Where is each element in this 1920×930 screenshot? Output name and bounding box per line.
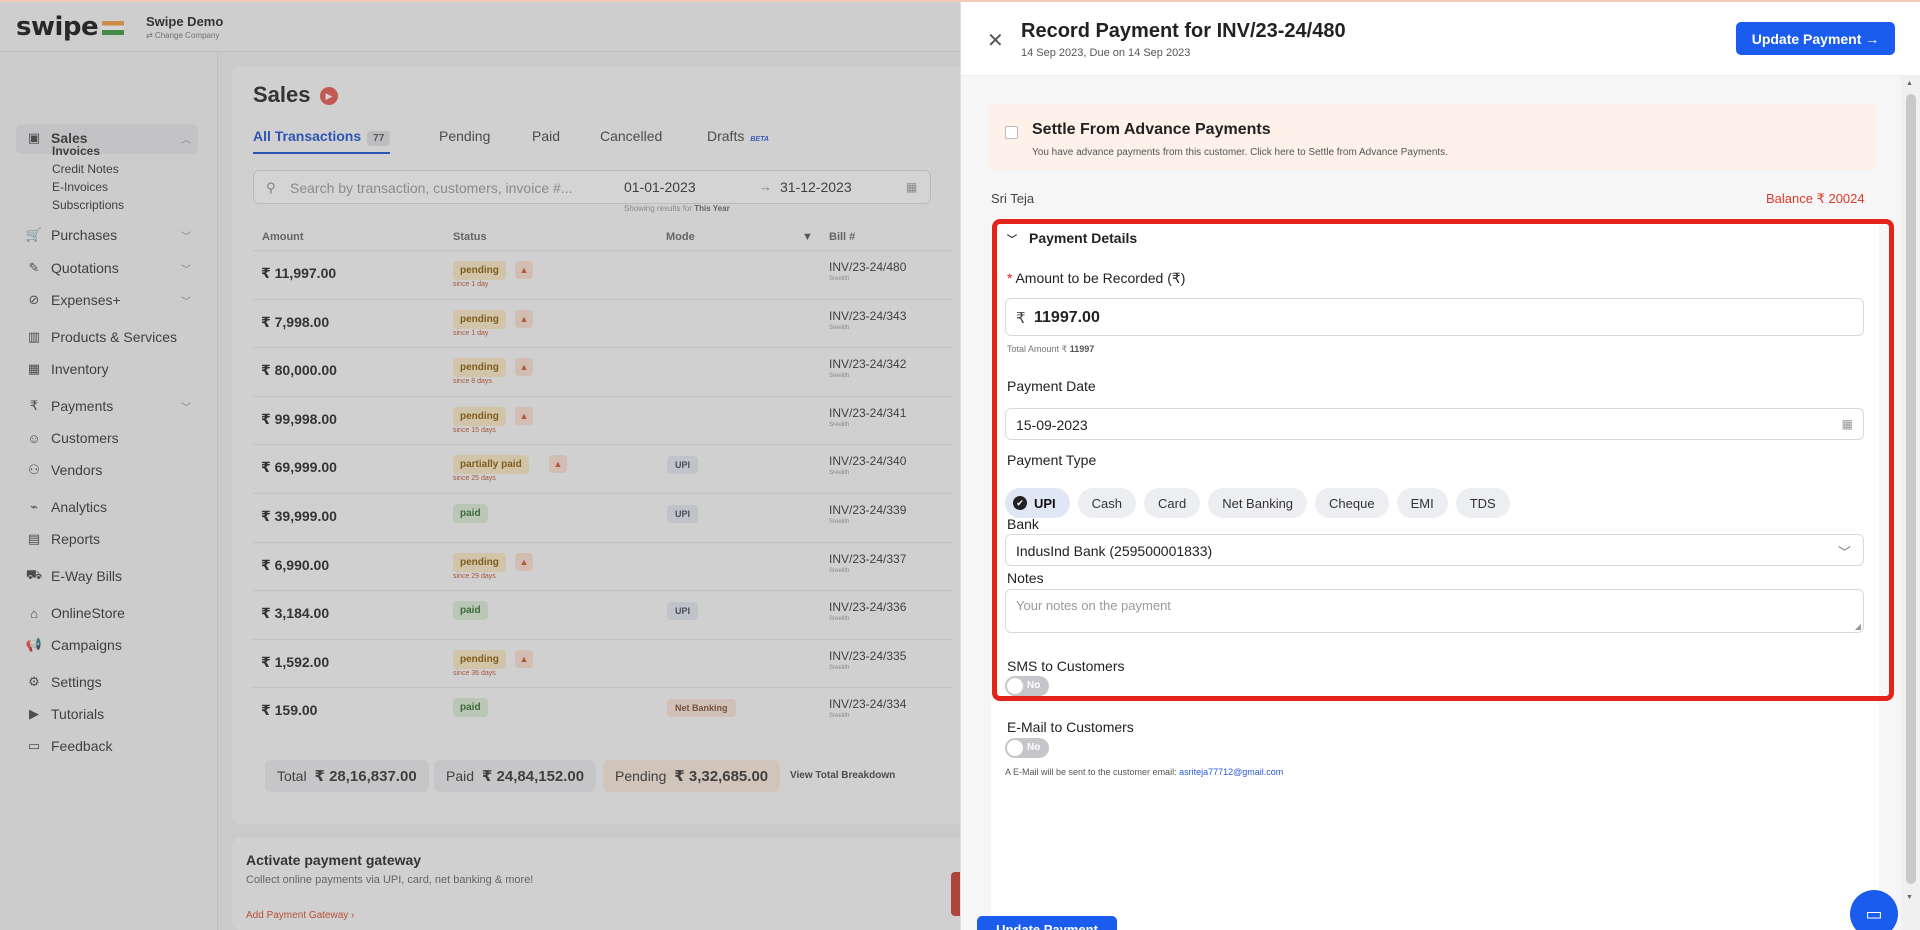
payment-date-value: 15-09-2023 bbox=[1016, 417, 1088, 433]
resize-handle-icon[interactable]: ◢ bbox=[1855, 622, 1861, 631]
payment-type-label: Payment Type bbox=[1007, 452, 1097, 468]
chip-net-banking[interactable]: Net Banking bbox=[1208, 488, 1308, 518]
calendar-icon[interactable]: ▦ bbox=[1842, 417, 1853, 431]
email-note-prefix: A E-Mail will be sent to the customer em… bbox=[1005, 767, 1177, 777]
notes-label: Notes bbox=[1007, 570, 1044, 586]
top-accent-line bbox=[0, 0, 1920, 2]
modal-overlay[interactable] bbox=[0, 0, 960, 930]
settle-checkbox[interactable] bbox=[1005, 126, 1018, 139]
payment-details-panel: ﹀ Payment Details * Amount to be Recorded … bbox=[991, 218, 1879, 930]
drawer-title: Record Payment for INV/23-24/480 bbox=[1021, 20, 1346, 42]
drawer-header: ✕ Record Payment for INV/23-24/480 14 Se… bbox=[961, 0, 1920, 76]
payment-date-input[interactable]: 15-09-2023 ▦ bbox=[1005, 408, 1864, 440]
settle-description: You have advance payments from this cust… bbox=[1032, 147, 1448, 158]
chip-upi[interactable]: ✔ UPI bbox=[1005, 488, 1070, 518]
drawer-subtitle: 14 Sep 2023, Due on 14 Sep 2023 bbox=[1021, 47, 1191, 59]
chevron-down-icon: ﹀ bbox=[1837, 545, 1851, 560]
update-payment-button[interactable]: Update Payment → bbox=[1736, 22, 1895, 55]
required-asterisk: * bbox=[1007, 270, 1013, 286]
payment-type-chips: ✔ UPI Cash Card Net Banking Cheque EMI TD… bbox=[1005, 488, 1518, 518]
section-title: Payment Details bbox=[1029, 230, 1138, 246]
chat-icon[interactable]: ▭ bbox=[1850, 890, 1898, 930]
bank-select[interactable]: IndusInd Bank (259500001833) ﹀ bbox=[1005, 534, 1864, 566]
amount-label-text: Amount to be Recorded (₹) bbox=[1015, 270, 1186, 286]
amount-label: * Amount to be Recorded (₹) bbox=[1007, 270, 1185, 287]
scroll-down-icon[interactable]: ▼ bbox=[1906, 894, 1913, 901]
customer-name: Sri Teja bbox=[991, 191, 1035, 206]
toggle-text: No bbox=[1027, 742, 1041, 753]
scroll-thumb[interactable] bbox=[1906, 94, 1916, 884]
amount-input[interactable]: ₹ 11997.00 bbox=[1005, 298, 1864, 336]
settle-advance-box[interactable]: Settle From Advance Payments You have ad… bbox=[989, 104, 1877, 170]
chip-tds[interactable]: TDS bbox=[1455, 488, 1510, 518]
sms-toggle[interactable]: No bbox=[1005, 676, 1049, 696]
balance-amount: Balance ₹ 20024 bbox=[1766, 191, 1865, 206]
rupee-icon: ₹ bbox=[1016, 310, 1026, 327]
toggle-knob bbox=[1007, 740, 1023, 756]
chip-card[interactable]: Card bbox=[1144, 488, 1201, 518]
payment-date-label: Payment Date bbox=[1007, 378, 1096, 394]
sms-label: SMS to Customers bbox=[1007, 658, 1125, 674]
notes-placeholder: Your notes on the payment bbox=[1016, 598, 1171, 613]
scroll-up-icon[interactable]: ▲ bbox=[1906, 80, 1913, 87]
scrollbar[interactable]: ▲ ▼ bbox=[1901, 76, 1920, 930]
customer-email-link[interactable]: asriteja77712@gmail.com bbox=[1179, 767, 1283, 777]
bank-label: Bank bbox=[1007, 516, 1039, 532]
total-amount-hint: Total Amount ₹ 11997 bbox=[1007, 344, 1094, 355]
chip-cheque[interactable]: Cheque bbox=[1315, 488, 1389, 518]
update-payment-bottom-button[interactable]: Update Payment bbox=[977, 916, 1117, 930]
chevron-down-icon: ﹀ bbox=[1007, 234, 1017, 246]
check-icon: ✔ bbox=[1013, 496, 1027, 510]
email-toggle[interactable]: No bbox=[1005, 738, 1049, 758]
toggle-text: No bbox=[1027, 680, 1041, 691]
drawer-body: Settle From Advance Payments You have ad… bbox=[961, 76, 1901, 930]
total-amount-value: 11997 bbox=[1069, 344, 1095, 354]
chip-cash[interactable]: Cash bbox=[1077, 488, 1137, 518]
payment-details-toggle[interactable]: ﹀ Payment Details bbox=[1007, 230, 1137, 246]
chip-label: UPI bbox=[1034, 495, 1056, 511]
total-amount-prefix: Total Amount ₹ bbox=[1007, 344, 1068, 354]
chip-emi[interactable]: EMI bbox=[1396, 488, 1448, 518]
record-payment-drawer: ✕ Record Payment for INV/23-24/480 14 Se… bbox=[960, 0, 1920, 930]
email-label: E-Mail to Customers bbox=[1007, 719, 1134, 735]
bank-value: IndusInd Bank (259500001833) bbox=[1016, 543, 1213, 559]
amount-value: 11997.00 bbox=[1034, 309, 1100, 326]
notes-textarea[interactable]: Your notes on the payment ◢ bbox=[1005, 589, 1864, 633]
toggle-knob bbox=[1007, 678, 1023, 694]
email-note: A E-Mail will be sent to the customer em… bbox=[1005, 767, 1283, 777]
settle-title: Settle From Advance Payments bbox=[1032, 121, 1271, 138]
close-icon[interactable]: ✕ bbox=[987, 28, 1004, 53]
